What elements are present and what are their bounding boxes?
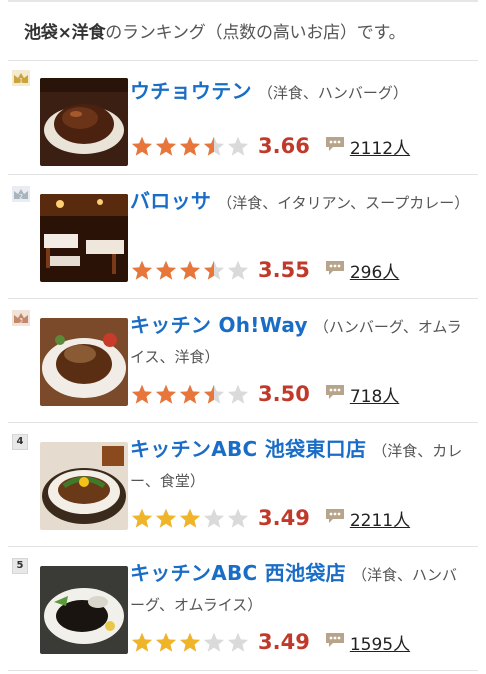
star-full-icon: [155, 632, 177, 652]
star-full-icon: [131, 632, 153, 652]
comment-bubble-icon: [324, 631, 346, 653]
name-block: キッチン Oh!Way （ハンバーグ、オムライス、洋食）: [130, 310, 470, 372]
rank-number-badge: 5: [12, 558, 28, 574]
crown-gold-icon: 1: [12, 70, 30, 86]
restaurant-name-link[interactable]: バロッサ: [130, 189, 211, 213]
star-rating: [130, 507, 250, 529]
svg-text:1: 1: [19, 78, 23, 85]
comment-bubble-icon: [324, 383, 346, 405]
review-count-link[interactable]: 2211人: [350, 506, 410, 531]
restaurant-genre: （洋食、イタリアン、スープカレー）: [217, 194, 470, 212]
star-full-icon: [131, 384, 153, 404]
star-full-icon: [179, 136, 201, 156]
star-rating: [130, 135, 250, 157]
review-count-link[interactable]: 718人: [350, 382, 399, 407]
rank-number-badge: 4: [12, 434, 28, 450]
top-divider: [8, 0, 478, 2]
heading-suffix: のランキング（点数の高いお店）です。: [105, 23, 406, 43]
row-divider: [8, 60, 478, 61]
name-block: バロッサ （洋食、イタリアン、スープカレー）: [130, 186, 470, 218]
rating-score: 3.55: [258, 258, 310, 282]
rating-score: 3.49: [258, 630, 310, 654]
row-divider: [8, 422, 478, 423]
review-count-link[interactable]: 2112人: [350, 134, 410, 159]
star-half-icon: [203, 384, 225, 404]
star-full-icon: [131, 508, 153, 528]
restaurant-name-link[interactable]: キッチンABC 池袋東口店: [130, 437, 366, 461]
heading-area-genre: 池袋×洋食: [24, 23, 106, 43]
crown-silver-icon: 2: [12, 186, 30, 202]
rating-line: 3.49 1595人: [130, 628, 410, 656]
star-half-icon: [203, 136, 225, 156]
ranking-heading: 池袋×洋食のランキング（点数の高いお店）です。: [24, 18, 406, 43]
review-count-link[interactable]: 1595人: [350, 630, 410, 655]
star-half-icon: [203, 260, 225, 280]
name-block: キッチンABC 西池袋店 （洋食、ハンバーグ、オムライス）: [130, 558, 470, 620]
row-divider: [8, 670, 478, 671]
ranking-item-1: 1 ウチョウテン （洋食、ハンバーグ） 3.66 2112人: [8, 70, 478, 170]
rating-score: 3.66: [258, 134, 310, 158]
star-full-icon: [179, 260, 201, 280]
star-rating: [130, 259, 250, 281]
name-block: ウチョウテン （洋食、ハンバーグ）: [130, 76, 470, 108]
star-full-icon: [131, 260, 153, 280]
star-full-icon: [179, 632, 201, 652]
rating-score: 3.49: [258, 506, 310, 530]
restaurant-photo[interactable]: [40, 194, 128, 282]
review-count-link[interactable]: 296人: [350, 258, 399, 283]
star-full-icon: [155, 260, 177, 280]
restaurant-photo[interactable]: [40, 78, 128, 166]
rating-line: 3.50 718人: [130, 380, 399, 408]
restaurant-name-link[interactable]: キッチン Oh!Way: [130, 313, 308, 337]
star-empty-icon: [227, 136, 249, 156]
star-rating: [130, 383, 250, 405]
restaurant-name-link[interactable]: ウチョウテン: [130, 79, 252, 103]
restaurant-photo[interactable]: [40, 318, 128, 406]
crown-bronze-icon: 3: [12, 310, 30, 326]
star-empty-icon: [203, 508, 225, 528]
comment-bubble-icon: [324, 135, 346, 157]
rating-line: 3.66 2112人: [130, 132, 410, 160]
restaurant-photo[interactable]: [40, 566, 128, 654]
comment-bubble-icon: [324, 259, 346, 281]
row-divider: [8, 546, 478, 547]
svg-text:2: 2: [19, 194, 23, 201]
star-full-icon: [155, 384, 177, 404]
star-full-icon: [179, 384, 201, 404]
rating-line: 3.49 2211人: [130, 504, 410, 532]
star-empty-icon: [227, 508, 249, 528]
star-full-icon: [179, 508, 201, 528]
row-divider: [8, 298, 478, 299]
svg-text:3: 3: [19, 318, 23, 325]
ranking-item-5: 5 キッチンABC 西池袋店 （洋食、ハンバーグ、オムライス） 3.49 1595…: [8, 558, 478, 658]
restaurant-photo[interactable]: [40, 442, 128, 530]
restaurant-name-link[interactable]: キッチンABC 西池袋店: [130, 561, 346, 585]
row-divider: [8, 174, 478, 175]
rating-line: 3.55 296人: [130, 256, 399, 284]
star-empty-icon: [227, 384, 249, 404]
star-rating: [130, 631, 250, 653]
star-full-icon: [131, 136, 153, 156]
rating-score: 3.50: [258, 382, 310, 406]
star-full-icon: [155, 136, 177, 156]
ranking-item-4: 4 キッチンABC 池袋東口店 （洋食、カレー、食堂） 3.49 2211人: [8, 434, 478, 534]
ranking-item-2: 2 バロッサ （洋食、イタリアン、スープカレー） 3.55 296人: [8, 186, 478, 286]
name-block: キッチンABC 池袋東口店 （洋食、カレー、食堂）: [130, 434, 470, 496]
star-empty-icon: [203, 632, 225, 652]
comment-bubble-icon: [324, 507, 346, 529]
restaurant-genre: （洋食、ハンバーグ）: [257, 84, 408, 102]
ranking-item-3: 3 キッチン Oh!Way （ハンバーグ、オムライス、洋食） 3.50 718人: [8, 310, 478, 410]
star-empty-icon: [227, 632, 249, 652]
star-full-icon: [155, 508, 177, 528]
star-empty-icon: [227, 260, 249, 280]
